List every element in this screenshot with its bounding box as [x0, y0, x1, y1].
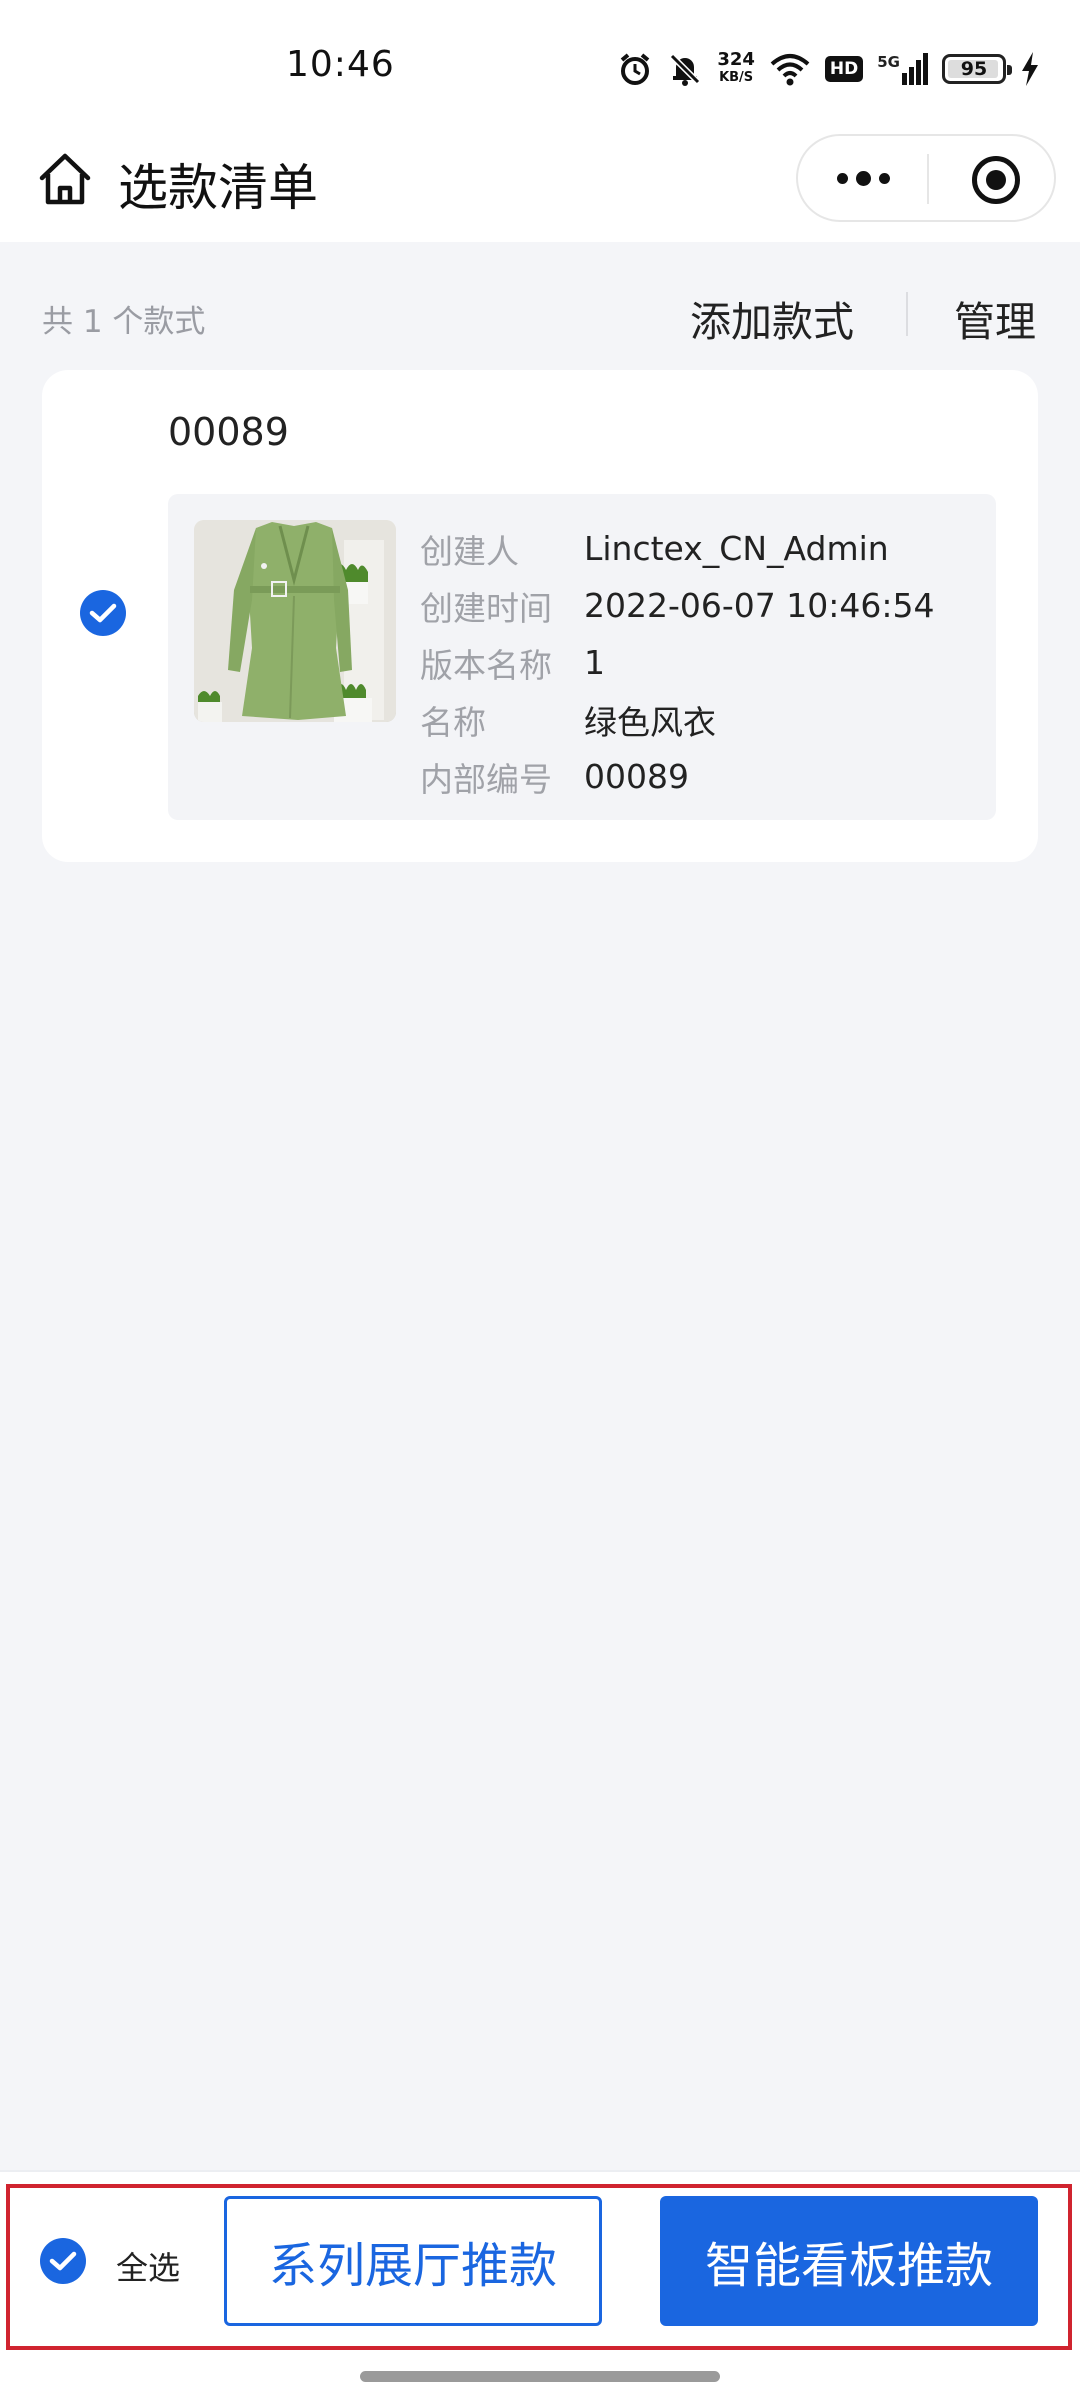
- capsule-divider: [927, 154, 929, 204]
- alarm-icon: [621, 53, 650, 85]
- field-label: 版本名称: [420, 645, 552, 685]
- checkmark-icon: [89, 603, 117, 623]
- status-time: 10:46: [286, 44, 395, 85]
- field-label: 内部编号: [420, 759, 552, 799]
- field-value: Linctex_CN_Admin: [584, 529, 889, 568]
- battery-indicator: 95: [942, 54, 1012, 84]
- field-row-version-name: 版本名称 1: [420, 634, 980, 691]
- signal-bars-icon: [902, 53, 928, 85]
- style-fields: 创建人 Linctex_CN_Admin 创建时间 2022-06-07 10:…: [420, 520, 980, 805]
- mini-program-capsule: [796, 134, 1056, 222]
- select-all-label[interactable]: 全选: [116, 2243, 180, 2289]
- field-value: 绿色风衣: [584, 702, 716, 742]
- style-code: 00089: [168, 410, 289, 454]
- battery-level: 95: [960, 58, 988, 80]
- field-row-created-time: 创建时间 2022-06-07 10:46:54: [420, 577, 980, 634]
- select-all-checkbox[interactable]: [40, 2238, 86, 2284]
- bell-muted-icon: [670, 53, 701, 86]
- network-speed-value: 324: [717, 49, 755, 70]
- field-value: 00089: [584, 757, 689, 796]
- more-dot-icon: [836, 172, 848, 184]
- network-speed-unit: KB/S: [719, 70, 754, 85]
- field-label: 创建人: [420, 531, 519, 571]
- signal-5g: 5G: [877, 53, 928, 85]
- style-count: 共 1 个款式: [42, 304, 206, 340]
- home-indicator[interactable]: [360, 2371, 720, 2382]
- manage-button[interactable]: 管理: [954, 288, 1036, 348]
- page-title: 选款清单: [118, 159, 318, 217]
- field-row-name: 名称 绿色风衣: [420, 691, 980, 748]
- close-target-icon[interactable]: [972, 156, 1020, 204]
- style-thumbnail[interactable]: [194, 520, 396, 722]
- more-dot-icon: [878, 172, 890, 184]
- style-detail: 创建人 Linctex_CN_Admin 创建时间 2022-06-07 10:…: [168, 494, 996, 820]
- smart-board-push-button[interactable]: 智能看板推款: [660, 2196, 1038, 2326]
- hd-badge: HD: [824, 56, 864, 82]
- network-speed: 324 KB/S: [717, 51, 755, 87]
- green-coat-image: [194, 520, 396, 722]
- status-bar: 10:46 324 KB/S HD 5G 95: [0, 0, 1080, 130]
- more-button[interactable]: [798, 136, 928, 220]
- field-label: 创建时间: [420, 588, 552, 628]
- more-dot-icon: [855, 170, 871, 186]
- navigation-bar: 选款清单: [0, 130, 1080, 242]
- toolbar-divider: [906, 292, 908, 336]
- add-style-button[interactable]: 添加款式: [690, 288, 854, 348]
- charging-icon: [1022, 52, 1038, 86]
- home-icon[interactable]: [36, 150, 94, 208]
- status-icons: 324 KB/S HD 5G 95: [617, 44, 1040, 94]
- field-value: 1: [584, 643, 605, 682]
- field-value: 2022-06-07 10:46:54: [584, 586, 935, 625]
- field-row-internal-code: 内部编号 00089: [420, 748, 980, 805]
- network-type-label: 5G: [877, 53, 900, 71]
- checkmark-icon: [49, 2251, 77, 2271]
- series-showroom-push-button[interactable]: 系列展厅推款: [224, 2196, 602, 2326]
- style-card[interactable]: 00089 创建人 Linctex_CN_Admin 创建时间 2022-06-…: [42, 370, 1038, 862]
- item-checkbox[interactable]: [80, 590, 126, 636]
- field-label: 名称: [420, 702, 486, 742]
- wifi-icon: [770, 54, 810, 86]
- field-row-creator: 创建人 Linctex_CN_Admin: [420, 520, 980, 577]
